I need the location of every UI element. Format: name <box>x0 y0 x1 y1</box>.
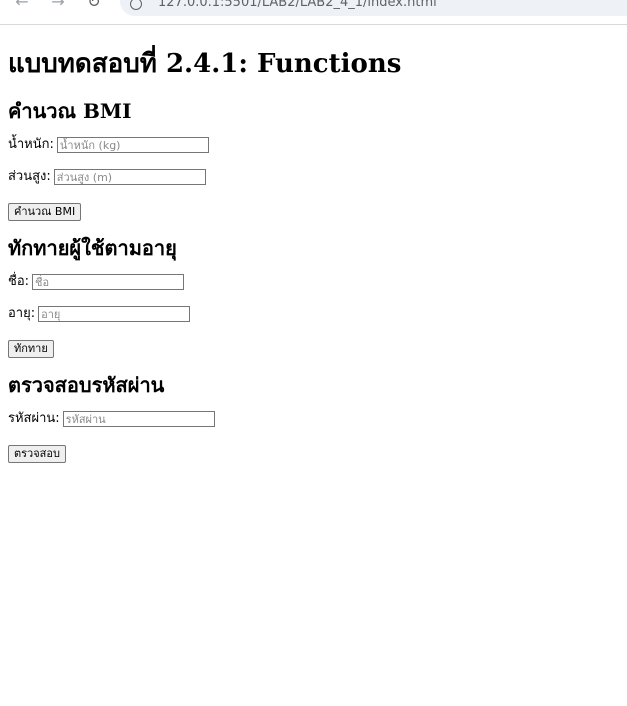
address-bar[interactable]: 127.0.0.1:5501/LAB2/LAB2_4_1/index.html <box>120 0 627 16</box>
weight-label: น้ำหนัก: <box>8 137 54 152</box>
height-label: ส่วนสูง: <box>8 169 51 184</box>
weight-input[interactable] <box>56 137 209 153</box>
calculate-bmi-button[interactable]: คำนวณ BMI <box>8 203 82 221</box>
name-row: ชื่อ: <box>8 273 618 291</box>
password-section: ตรวจสอบรหัสผ่าน รหัสผ่าน: ตรวจสอบ <box>8 372 618 463</box>
site-info-icon[interactable] <box>130 0 142 10</box>
password-heading: ตรวจสอบรหัสผ่าน <box>8 373 165 397</box>
greet-heading: ทักทายผู้ใช้ตามอายุ <box>8 236 177 260</box>
age-row: อายุ: <box>8 305 618 323</box>
age-input[interactable] <box>38 306 191 322</box>
page-content: แบบทดสอบที่ 2.4.1: Functions คำนวณ BMI น… <box>8 48 618 477</box>
browser-toolbar: ← → ↻ 127.0.0.1:5501/LAB2/LAB2_4_1/index… <box>0 0 627 25</box>
height-row: ส่วนสูง: <box>8 168 618 186</box>
age-label: อายุ: <box>8 306 36 321</box>
check-password-button[interactable]: ตรวจสอบ <box>8 445 66 463</box>
password-input[interactable] <box>62 411 215 427</box>
greet-button[interactable]: ทักทาย <box>8 340 54 358</box>
page-title: แบบทดสอบที่ 2.4.1: Functions <box>8 49 402 79</box>
back-arrow-icon[interactable]: ← <box>12 0 32 12</box>
url-text[interactable]: 127.0.0.1:5501/LAB2/LAB2_4_1/index.html <box>158 0 437 10</box>
password-label: รหัสผ่าน: <box>8 411 60 426</box>
greet-section: ทักทายผู้ใช้ตามอายุ ชื่อ: อายุ: ทักทาย <box>8 235 618 358</box>
weight-row: น้ำหนัก: <box>8 136 618 154</box>
reload-icon[interactable]: ↻ <box>84 0 104 12</box>
name-input[interactable] <box>32 274 185 290</box>
password-row: รหัสผ่าน: <box>8 410 618 428</box>
forward-arrow-icon[interactable]: → <box>48 0 68 12</box>
bmi-section: คำนวณ BMI น้ำหนัก: ส่วนสูง: คำนวณ BMI <box>8 98 618 221</box>
height-input[interactable] <box>53 169 206 185</box>
bmi-heading: คำนวณ BMI <box>8 99 132 123</box>
name-label: ชื่อ: <box>8 274 30 289</box>
